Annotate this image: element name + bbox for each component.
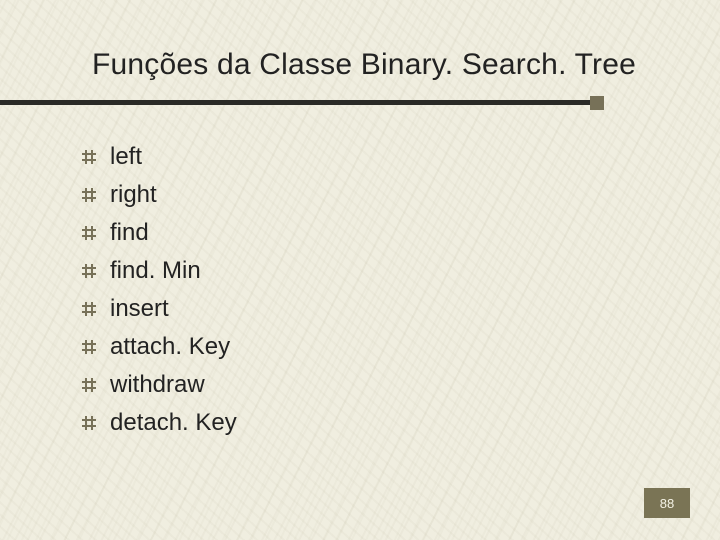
slide-title: Funções da Classe Binary. Search. Tree [92,48,636,82]
title-rule-endcap [590,96,604,110]
hash-bullet-icon [82,416,96,430]
title-rule [0,96,720,112]
list-item: attach. Key [82,328,237,366]
list-item-label: find [110,219,149,247]
list-item: insert [82,290,237,328]
list-item: find [82,214,237,252]
list-item: detach. Key [82,404,237,442]
title-rule-line [0,100,590,105]
list-item: find. Min [82,252,237,290]
list-item-label: left [110,143,142,171]
list-item-label: insert [110,295,169,323]
page-number: 88 [660,496,674,511]
hash-bullet-icon [82,188,96,202]
hash-bullet-icon [82,340,96,354]
hash-bullet-icon [82,150,96,164]
list-item-label: withdraw [110,371,205,399]
page-number-badge: 88 [644,488,690,518]
hash-bullet-icon [82,378,96,392]
hash-bullet-icon [82,226,96,240]
list-item-label: detach. Key [110,409,237,437]
list-item: left [82,138,237,176]
list-item-label: right [110,181,157,209]
list-item: withdraw [82,366,237,404]
hash-bullet-icon [82,264,96,278]
list-item: right [82,176,237,214]
bullet-list: left right find [82,138,237,442]
list-item-label: find. Min [110,257,201,285]
list-item-label: attach. Key [110,333,230,361]
hash-bullet-icon [82,302,96,316]
